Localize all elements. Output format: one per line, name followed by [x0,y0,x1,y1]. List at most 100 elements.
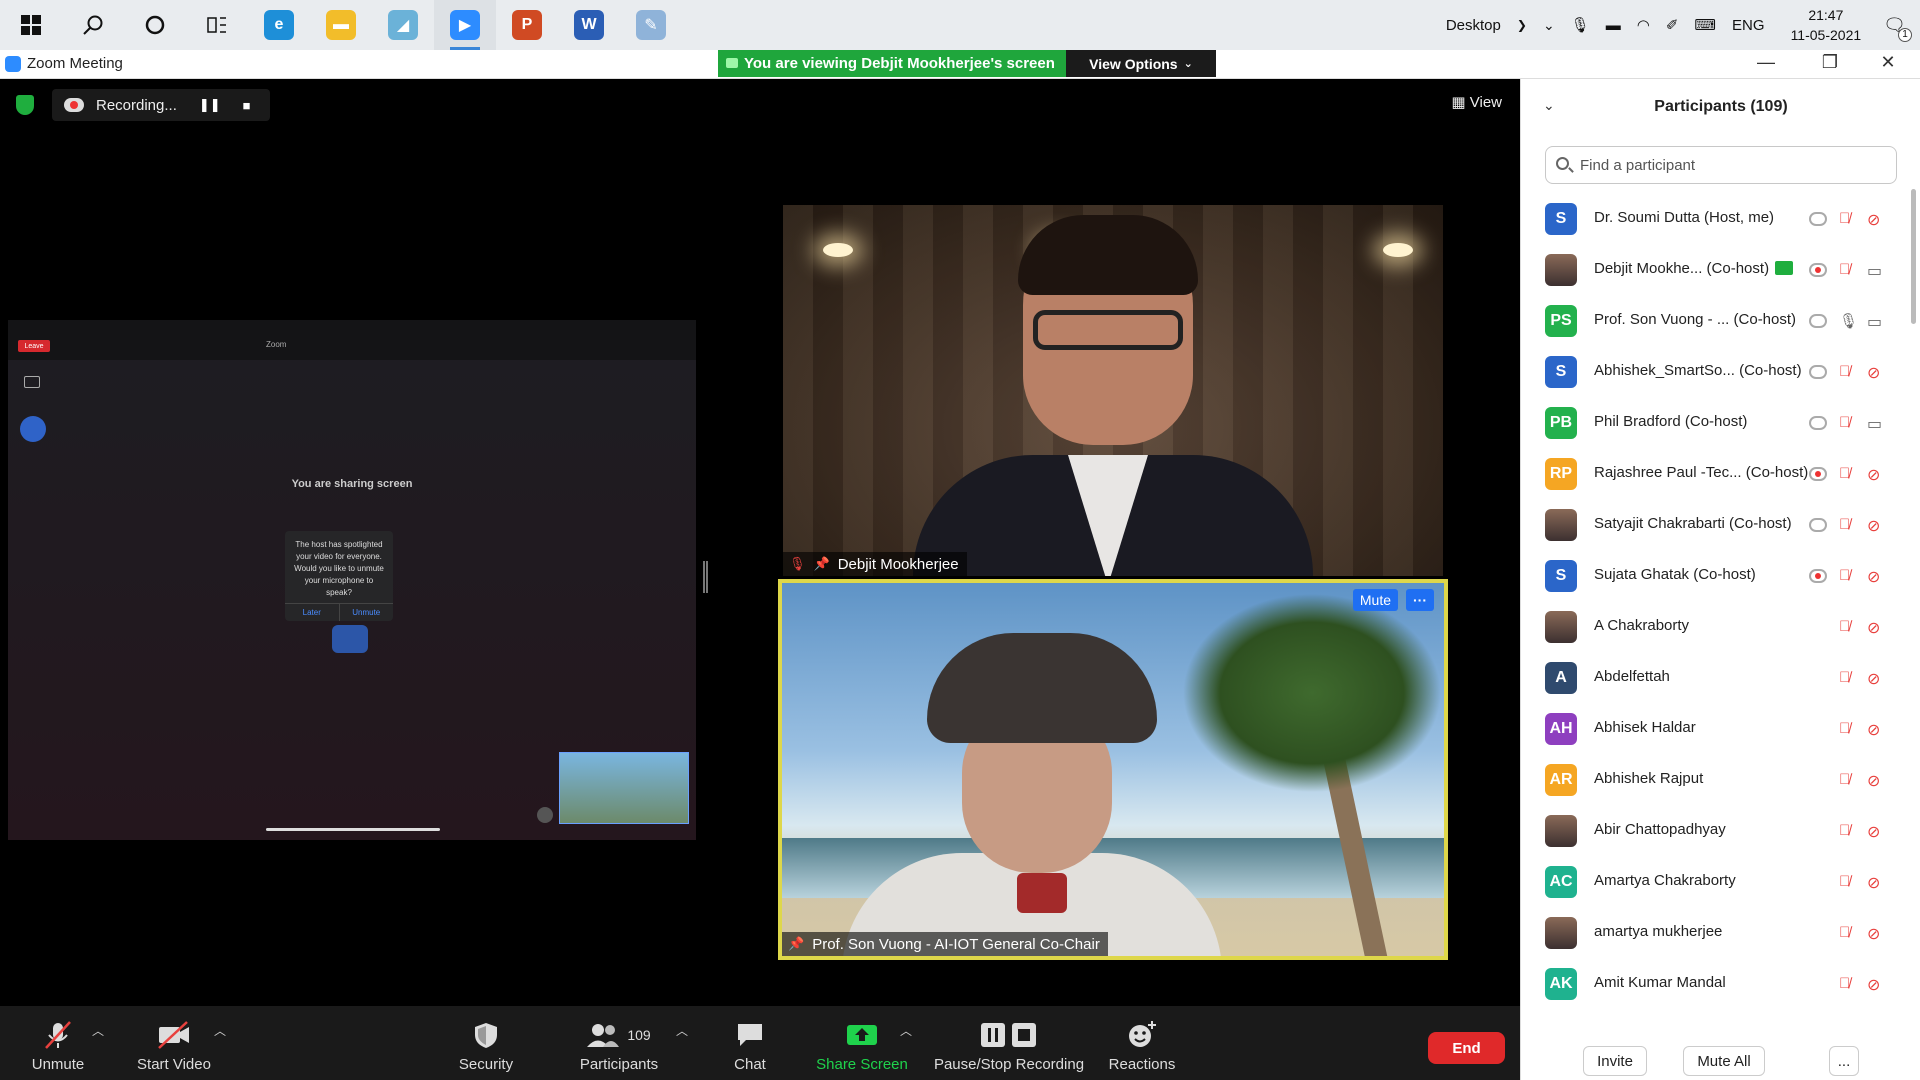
pause-stop-recording-label: Pause/Stop Recording [933,1056,1085,1073]
taskbar-app-word[interactable]: W [558,0,620,50]
video-off-icon: ⊘ [1867,365,1881,382]
participant-name-text: Rajashree Paul -Tec... (Co-host) [1594,464,1809,481]
participants-button[interactable]: 109 Participants [572,1006,666,1080]
avatar [1545,815,1577,847]
chat-button[interactable]: Chat [728,1006,772,1080]
shared-screen[interactable]: Leave Zoom You are sharing screen The ho… [8,320,696,840]
video-tile-debjit[interactable]: 🎙 📌 Debjit Mookherjee [783,205,1443,576]
participant-row[interactable]: AH Abhisek Haldar 🎙̸ ⊘ [1521,703,1920,754]
participant-name: Abhishek_SmartSo... (Co-host) [1594,362,1802,379]
find-participant-input[interactable]: Find a participant [1545,146,1897,184]
video-off-icon: ⊘ [1867,824,1881,841]
stop-recording-icon[interactable]: ■ [243,98,251,113]
participant-row[interactable]: AC Amartya Chakraborty 🎙̸ ⊘ [1521,856,1920,907]
dialog-text: The host has spotlighted your video for … [294,540,384,597]
grid-view-icon: ▦ [1451,94,1466,111]
pause-recording-icon[interactable]: ❚❚ [199,97,221,113]
participants-options-caret[interactable]: ︿ [676,1022,688,1039]
panel-scrollbar[interactable] [1911,189,1916,324]
participant-row[interactable]: RP Rajashree Paul -Tec... (Co-host) 🎙̸ ⊘ [1521,448,1920,499]
more-options-button[interactable]: ... [1829,1046,1859,1076]
video-off-icon: ⊘ [1867,620,1881,637]
taskbar-app-app-blue[interactable]: ◢ [372,0,434,50]
view-options-button[interactable]: View Options ⌄ [1066,50,1216,77]
person-glasses [1033,310,1183,350]
taskbar-app-paint[interactable]: ✎ [620,0,682,50]
participant-row[interactable]: A Abdelfettah 🎙̸ ⊘ [1521,652,1920,703]
reactions-button[interactable]: Reactions [1106,1006,1178,1080]
view-button[interactable]: ▦ View [1451,93,1502,111]
participant-row[interactable]: S Dr. Soumi Dutta (Host, me) 🎙̸ ⊘ [1521,193,1920,244]
wifi-icon[interactable]: ◠ [1637,16,1650,34]
participant-row[interactable]: amartya mukherjee 🎙̸ ⊘ [1521,907,1920,958]
end-meeting-button[interactable]: End [1428,1032,1505,1064]
pause-stop-recording-button[interactable]: Pause/Stop Recording [932,1006,1086,1080]
share-options-caret[interactable]: ︿ [900,1022,912,1039]
participant-row[interactable]: S Sujata Ghatak (Co-host) 🎙̸ ⊘ [1521,550,1920,601]
taskbar-app-file-explorer[interactable]: ▬ [310,0,372,50]
desktop-toolbar-label[interactable]: Desktop [1446,17,1501,34]
chevron-down-icon[interactable]: ⌄ [1543,17,1555,34]
invite-button[interactable]: Invite [1583,1046,1647,1076]
share-screen-button[interactable]: Share Screen [812,1006,912,1080]
participant-row[interactable]: Debjit Mookhe... (Co-host) 🎙̸ ▭ [1521,244,1920,295]
participant-row[interactable]: PB Phil Bradford (Co-host) 🎙̸ ▭ [1521,397,1920,448]
battery-icon[interactable]: ▬ [1606,17,1621,34]
muted-mic-icon: 🎙 [789,556,806,571]
restore-button[interactable]: ❐ [1810,52,1850,73]
panel-footer: Invite Mute All ... [1521,1039,1920,1079]
unmute-button[interactable]: Unmute [18,1006,98,1080]
shared-speaker-icon [20,416,46,442]
muted-mic-icon: 🎙̸ [1839,567,1851,584]
participant-name-text: amartya mukherjee [1594,923,1723,940]
cortana-button[interactable] [124,0,186,50]
audio-options-caret[interactable]: ︿ [92,1022,104,1039]
taskbar-app-edge[interactable]: e [248,0,310,50]
shared-wifi-icon [332,625,368,653]
file-explorer-icon: ▬ [326,10,356,40]
participant-name-text: Debjit Mookhe... (Co-host) [1594,260,1770,277]
person-tie [1017,873,1067,913]
participant-row[interactable]: Abir Chattopadhyay 🎙̸ ⊘ [1521,805,1920,856]
task-view-button[interactable] [186,0,248,50]
video-off-icon: ⊘ [1867,569,1881,586]
taskbar-app-zoom[interactable]: ▶ [434,0,496,50]
participants-icon: 109 [587,1018,651,1052]
clock[interactable]: 21:47 11-05-2021 [1791,5,1862,45]
video-options-caret[interactable]: ︿ [214,1022,226,1039]
participant-row[interactable]: Satyajit Chakrabarti (Co-host) 🎙̸ ⊘ [1521,499,1920,550]
search-button[interactable] [62,0,124,50]
notifications-icon[interactable]: 🗨 1 [1883,15,1912,42]
pen-icon[interactable]: ✐ [1666,16,1679,34]
minimize-button[interactable]: — [1746,52,1786,73]
start-video-button[interactable]: Start Video [128,1006,220,1080]
participant-row[interactable]: PS Prof. Son Vuong - ... (Co-host) 🎙 ▭ [1521,295,1920,346]
participant-row[interactable]: A Chakraborty 🎙̸ ⊘ [1521,601,1920,652]
keyboard-icon[interactable]: ⌨ [1694,16,1716,34]
chevron-up-icon[interactable]: ❯ [1517,18,1527,32]
muted-mic-icon: 🎙̸ [1839,975,1851,992]
recording-permission-icon [1809,416,1827,430]
security-button[interactable]: Security [448,1006,524,1080]
mute-participant-button[interactable]: Mute [1352,589,1398,611]
participant-row[interactable]: AK Amit Kumar Mandal 🎙̸ ⊘ [1521,958,1920,1009]
participant-row[interactable]: S Abhishek_SmartSo... (Co-host) 🎙̸ ⊘ [1521,346,1920,397]
mute-all-button[interactable]: Mute All [1683,1046,1765,1076]
participant-list: S Dr. Soumi Dutta (Host, me) 🎙̸ ⊘ Debjit Moo… [1521,193,1920,1009]
avatar: AK [1545,968,1577,1000]
participant-row[interactable]: AR Abhishek Rajput 🎙̸ ⊘ [1521,754,1920,805]
chat-bubble-icon [735,1018,765,1052]
participant-name-text: Prof. Son Vuong - ... (Co-host) [1594,311,1797,328]
close-button[interactable]: ✕ [1868,52,1908,73]
pause-stop-icon [980,1018,1038,1052]
more-options-button[interactable]: ··· [1406,589,1434,611]
recording-permission-icon [1809,569,1827,583]
taskbar-app-powerpoint[interactable]: P [496,0,558,50]
microphone-icon[interactable]: 🎙 [1571,16,1590,34]
spotlight-dialog: The host has spotlighted your video for … [285,531,393,621]
encryption-shield-icon[interactable] [16,95,34,115]
language-indicator[interactable]: ENG [1732,17,1765,34]
start-button[interactable] [0,0,62,50]
split-divider-handle[interactable] [703,561,708,593]
video-tile-son-vuong[interactable]: Mute ··· 📌 Prof. Son Vuong - AI-IOT Gene… [778,579,1448,960]
